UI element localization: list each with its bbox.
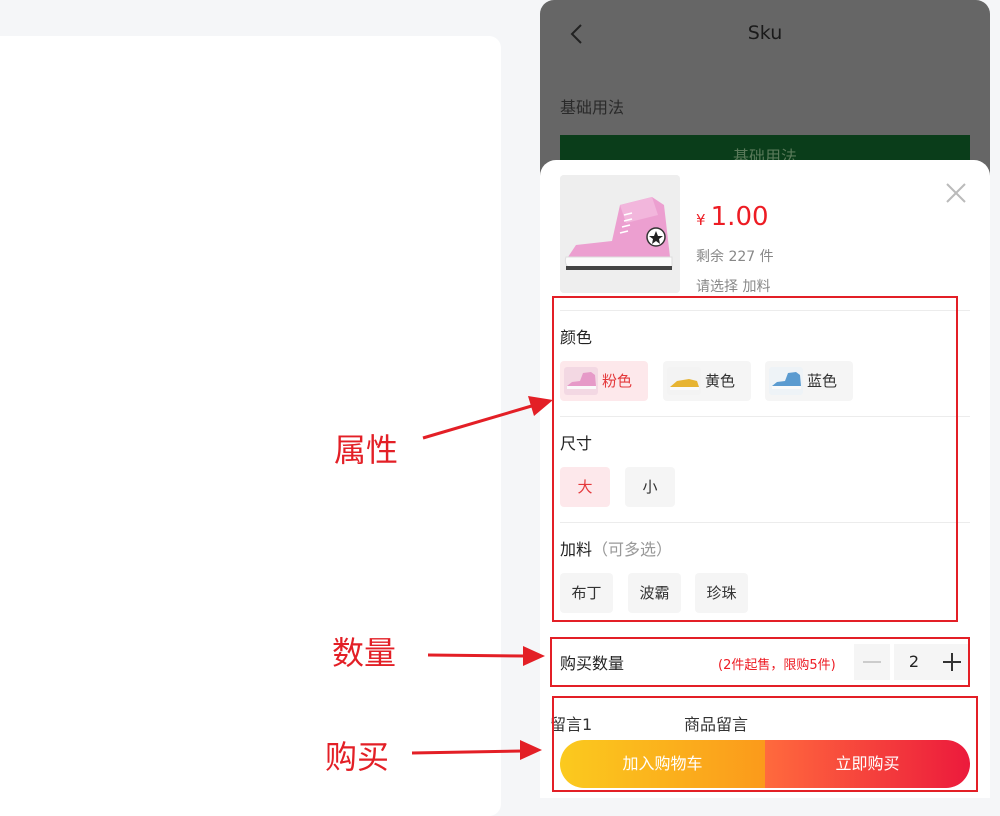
nav-bar: Sku	[540, 0, 990, 70]
price: ¥ 1.00	[696, 202, 769, 232]
selection-hint: 请选择 加料	[696, 279, 771, 295]
sneaker-icon	[560, 175, 680, 293]
section-label: 基础用法	[560, 98, 625, 117]
demo-left-panel	[0, 36, 501, 816]
price-value: 1.00	[710, 202, 769, 232]
nav-title: Sku	[747, 22, 783, 44]
annotation-quantity: 数量	[332, 634, 397, 672]
purchase-highlight-box	[552, 696, 978, 792]
annotation-attributes: 属性	[334, 431, 399, 469]
price-currency: ¥	[696, 211, 706, 229]
annotation-purchase: 购买	[325, 738, 390, 776]
close-icon[interactable]	[945, 182, 967, 204]
attributes-highlight-box	[552, 296, 958, 622]
quantity-highlight-box	[550, 637, 970, 687]
product-image	[560, 175, 680, 293]
stock-count: 剩余 227 件	[696, 249, 774, 265]
